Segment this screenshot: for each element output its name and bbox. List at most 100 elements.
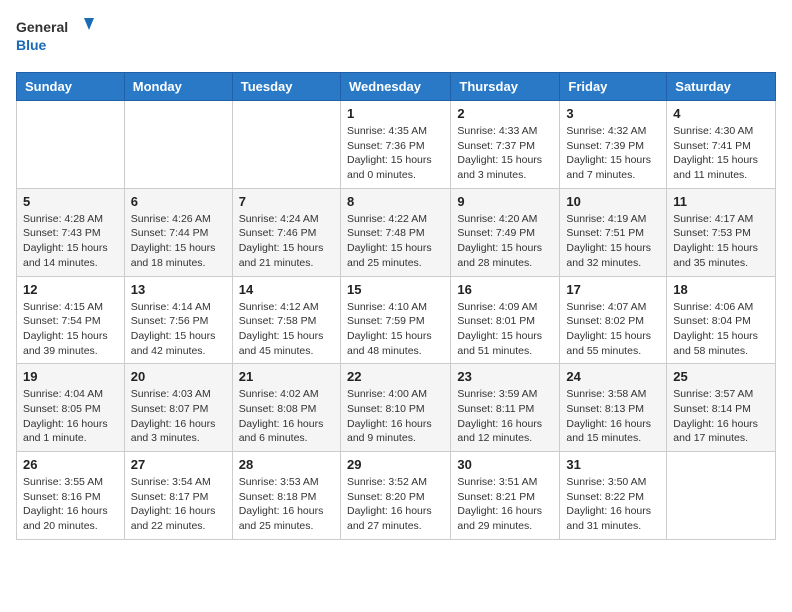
day-info: Sunrise: 4:28 AM Sunset: 7:43 PM Dayligh… bbox=[23, 212, 118, 271]
day-info: Sunrise: 4:06 AM Sunset: 8:04 PM Dayligh… bbox=[673, 300, 769, 359]
day-number: 24 bbox=[566, 369, 660, 384]
calendar-cell: 19 Sunrise: 4:04 AM Sunset: 8:05 PM Dayli… bbox=[17, 364, 125, 452]
day-info: Sunrise: 4:26 AM Sunset: 7:44 PM Dayligh… bbox=[131, 212, 226, 271]
day-number: 7 bbox=[239, 194, 334, 209]
day-info: Sunrise: 4:19 AM Sunset: 7:51 PM Dayligh… bbox=[566, 212, 660, 271]
day-info: Sunrise: 4:07 AM Sunset: 8:02 PM Dayligh… bbox=[566, 300, 660, 359]
calendar-cell bbox=[232, 101, 340, 189]
calendar-cell: 10 Sunrise: 4:19 AM Sunset: 7:51 PM Dayli… bbox=[560, 188, 667, 276]
day-number: 2 bbox=[457, 106, 553, 121]
day-info: Sunrise: 3:51 AM Sunset: 8:21 PM Dayligh… bbox=[457, 475, 553, 534]
day-number: 15 bbox=[347, 282, 444, 297]
day-number: 31 bbox=[566, 457, 660, 472]
calendar-cell: 2 Sunrise: 4:33 AM Sunset: 7:37 PM Daylig… bbox=[451, 101, 560, 189]
calendar-cell: 20 Sunrise: 4:03 AM Sunset: 8:07 PM Dayli… bbox=[124, 364, 232, 452]
calendar-week-2: 5 Sunrise: 4:28 AM Sunset: 7:43 PM Daylig… bbox=[17, 188, 776, 276]
weekday-header-saturday: Saturday bbox=[667, 73, 776, 101]
day-info: Sunrise: 3:52 AM Sunset: 8:20 PM Dayligh… bbox=[347, 475, 444, 534]
weekday-header-monday: Monday bbox=[124, 73, 232, 101]
calendar-cell: 31 Sunrise: 3:50 AM Sunset: 8:22 PM Dayli… bbox=[560, 452, 667, 540]
day-number: 22 bbox=[347, 369, 444, 384]
calendar-cell: 25 Sunrise: 3:57 AM Sunset: 8:14 PM Dayli… bbox=[667, 364, 776, 452]
day-number: 30 bbox=[457, 457, 553, 472]
svg-text:Blue: Blue bbox=[16, 37, 47, 53]
day-number: 20 bbox=[131, 369, 226, 384]
day-number: 1 bbox=[347, 106, 444, 121]
day-info: Sunrise: 3:55 AM Sunset: 8:16 PM Dayligh… bbox=[23, 475, 118, 534]
calendar-week-1: 1 Sunrise: 4:35 AM Sunset: 7:36 PM Daylig… bbox=[17, 101, 776, 189]
calendar-cell bbox=[17, 101, 125, 189]
calendar-cell: 13Sunrise: 4:14 AM Sunset: 7:56 PM Dayli… bbox=[124, 276, 232, 364]
calendar-cell: 22 Sunrise: 4:00 AM Sunset: 8:10 PM Dayli… bbox=[340, 364, 450, 452]
day-info: Sunrise: 4:14 AM Sunset: 7:56 PM Dayligh… bbox=[131, 300, 226, 359]
day-info: Sunrise: 4:04 AM Sunset: 8:05 PM Dayligh… bbox=[23, 387, 118, 446]
calendar-cell: 15 Sunrise: 4:10 AM Sunset: 7:59 PM Dayli… bbox=[340, 276, 450, 364]
calendar-week-4: 19 Sunrise: 4:04 AM Sunset: 8:05 PM Dayli… bbox=[17, 364, 776, 452]
day-number: 4 bbox=[673, 106, 769, 121]
calendar-table: SundayMondayTuesdayWednesdayThursdayFrid… bbox=[16, 72, 776, 540]
day-number: 12 bbox=[23, 282, 118, 297]
day-number: 28 bbox=[239, 457, 334, 472]
calendar-cell: 3 Sunrise: 4:32 AM Sunset: 7:39 PM Daylig… bbox=[560, 101, 667, 189]
day-info: Sunrise: 4:17 AM Sunset: 7:53 PM Dayligh… bbox=[673, 212, 769, 271]
day-info: Sunrise: 4:15 AM Sunset: 7:54 PM Dayligh… bbox=[23, 300, 118, 359]
calendar-cell: 4 Sunrise: 4:30 AM Sunset: 7:41 PM Daylig… bbox=[667, 101, 776, 189]
day-info: Sunrise: 4:12 AM Sunset: 7:58 PM Dayligh… bbox=[239, 300, 334, 359]
day-number: 11 bbox=[673, 194, 769, 209]
day-info: Sunrise: 4:32 AM Sunset: 7:39 PM Dayligh… bbox=[566, 124, 660, 183]
calendar-cell bbox=[667, 452, 776, 540]
day-info: Sunrise: 4:09 AM Sunset: 8:01 PM Dayligh… bbox=[457, 300, 553, 359]
calendar-cell: 11 Sunrise: 4:17 AM Sunset: 7:53 PM Dayli… bbox=[667, 188, 776, 276]
day-info: Sunrise: 4:22 AM Sunset: 7:48 PM Dayligh… bbox=[347, 212, 444, 271]
day-info: Sunrise: 3:58 AM Sunset: 8:13 PM Dayligh… bbox=[566, 387, 660, 446]
day-number: 10 bbox=[566, 194, 660, 209]
calendar-cell: 16 Sunrise: 4:09 AM Sunset: 8:01 PM Dayli… bbox=[451, 276, 560, 364]
day-info: Sunrise: 4:03 AM Sunset: 8:07 PM Dayligh… bbox=[131, 387, 226, 446]
day-number: 26 bbox=[23, 457, 118, 472]
calendar-week-5: 26 Sunrise: 3:55 AM Sunset: 8:16 PM Dayli… bbox=[17, 452, 776, 540]
weekday-header-tuesday: Tuesday bbox=[232, 73, 340, 101]
day-info: Sunrise: 4:30 AM Sunset: 7:41 PM Dayligh… bbox=[673, 124, 769, 183]
calendar-cell: 23Sunrise: 3:59 AM Sunset: 8:11 PM Dayli… bbox=[451, 364, 560, 452]
day-number: 19 bbox=[23, 369, 118, 384]
day-info: Sunrise: 4:02 AM Sunset: 8:08 PM Dayligh… bbox=[239, 387, 334, 446]
day-info: Sunrise: 3:57 AM Sunset: 8:14 PM Dayligh… bbox=[673, 387, 769, 446]
day-number: 6 bbox=[131, 194, 226, 209]
calendar-cell: 1 Sunrise: 4:35 AM Sunset: 7:36 PM Daylig… bbox=[340, 101, 450, 189]
day-info: Sunrise: 4:00 AM Sunset: 8:10 PM Dayligh… bbox=[347, 387, 444, 446]
calendar-cell bbox=[124, 101, 232, 189]
day-number: 18 bbox=[673, 282, 769, 297]
calendar-cell: 21Sunrise: 4:02 AM Sunset: 8:08 PM Dayli… bbox=[232, 364, 340, 452]
calendar-cell: 29 Sunrise: 3:52 AM Sunset: 8:20 PM Dayli… bbox=[340, 452, 450, 540]
calendar-cell: 28Sunrise: 3:53 AM Sunset: 8:18 PM Dayli… bbox=[232, 452, 340, 540]
calendar-cell: 8Sunrise: 4:22 AM Sunset: 7:48 PM Daylig… bbox=[340, 188, 450, 276]
day-info: Sunrise: 4:33 AM Sunset: 7:37 PM Dayligh… bbox=[457, 124, 553, 183]
day-info: Sunrise: 4:10 AM Sunset: 7:59 PM Dayligh… bbox=[347, 300, 444, 359]
day-info: Sunrise: 4:35 AM Sunset: 7:36 PM Dayligh… bbox=[347, 124, 444, 183]
calendar-cell: 26 Sunrise: 3:55 AM Sunset: 8:16 PM Dayli… bbox=[17, 452, 125, 540]
day-number: 5 bbox=[23, 194, 118, 209]
day-info: Sunrise: 3:50 AM Sunset: 8:22 PM Dayligh… bbox=[566, 475, 660, 534]
calendar-cell: 30 Sunrise: 3:51 AM Sunset: 8:21 PM Dayli… bbox=[451, 452, 560, 540]
weekday-header-thursday: Thursday bbox=[451, 73, 560, 101]
calendar-week-3: 12 Sunrise: 4:15 AM Sunset: 7:54 PM Dayli… bbox=[17, 276, 776, 364]
day-info: Sunrise: 3:54 AM Sunset: 8:17 PM Dayligh… bbox=[131, 475, 226, 534]
calendar-cell: 12 Sunrise: 4:15 AM Sunset: 7:54 PM Dayli… bbox=[17, 276, 125, 364]
calendar-cell: 6 Sunrise: 4:26 AM Sunset: 7:44 PM Daylig… bbox=[124, 188, 232, 276]
weekday-header-sunday: Sunday bbox=[17, 73, 125, 101]
day-info: Sunrise: 4:24 AM Sunset: 7:46 PM Dayligh… bbox=[239, 212, 334, 271]
calendar-cell: 17Sunrise: 4:07 AM Sunset: 8:02 PM Dayli… bbox=[560, 276, 667, 364]
day-number: 29 bbox=[347, 457, 444, 472]
day-info: Sunrise: 4:20 AM Sunset: 7:49 PM Dayligh… bbox=[457, 212, 553, 271]
day-number: 16 bbox=[457, 282, 553, 297]
day-number: 27 bbox=[131, 457, 226, 472]
calendar-cell: 7 Sunrise: 4:24 AM Sunset: 7:46 PM Daylig… bbox=[232, 188, 340, 276]
logo: General Blue bbox=[16, 16, 96, 60]
day-number: 3 bbox=[566, 106, 660, 121]
calendar-cell: 27 Sunrise: 3:54 AM Sunset: 8:17 PM Dayli… bbox=[124, 452, 232, 540]
calendar-cell: 9Sunrise: 4:20 AM Sunset: 7:49 PM Daylig… bbox=[451, 188, 560, 276]
logo-svg: General Blue bbox=[16, 16, 96, 60]
day-number: 25 bbox=[673, 369, 769, 384]
weekday-header-row: SundayMondayTuesdayWednesdayThursdayFrid… bbox=[17, 73, 776, 101]
weekday-header-friday: Friday bbox=[560, 73, 667, 101]
